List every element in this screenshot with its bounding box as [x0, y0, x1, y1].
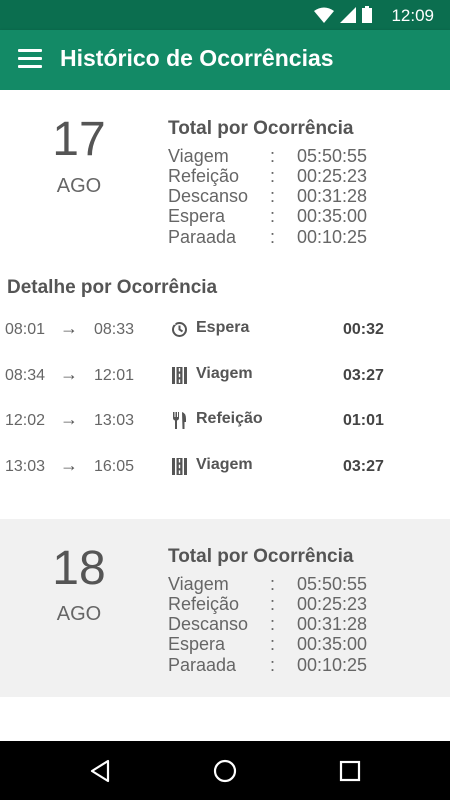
clock-icon [171, 321, 187, 337]
arrow-right-icon: → [60, 364, 78, 384]
end-time: 13:03 [94, 412, 135, 429]
detail-title: Detalhe por Ocorrência [7, 277, 218, 298]
occurrence-duration: 01:01 [343, 412, 384, 429]
start-time: 12:02 [5, 412, 46, 429]
app-bar: Histórico de Ocorrências [0, 30, 450, 90]
cutlery-icon [173, 412, 186, 429]
end-time: 16:05 [94, 458, 135, 475]
totals-title: Total por Ocorrência [168, 546, 354, 567]
day-summary-17: 17 AGO Total por Ocorrência Viagem:05:50… [0, 90, 450, 260]
start-time: 08:01 [5, 321, 46, 338]
arrow-right-icon: → [60, 409, 78, 429]
wifi-icon [314, 7, 334, 23]
total-row: Viagem:05:50:55 [168, 574, 368, 594]
start-time: 08:34 [5, 367, 46, 384]
home-icon[interactable] [213, 759, 237, 783]
occurrence-label: Viagem [196, 456, 253, 473]
battery-icon [362, 6, 372, 23]
totals-title: Total por Ocorrência [168, 118, 354, 139]
total-row: Refeição:00:25:23 [168, 166, 368, 186]
end-time: 12:01 [94, 367, 135, 384]
day-number: 18 [52, 542, 106, 595]
page-title: Histórico de Ocorrências [60, 45, 334, 71]
recents-icon[interactable] [338, 759, 362, 783]
day-month: AGO [56, 175, 102, 197]
arrow-right-icon: → [60, 455, 78, 475]
status-bar: 12:09 [0, 0, 450, 30]
road-icon [172, 367, 187, 384]
total-row: Descanso:00:31:28 [168, 614, 368, 634]
total-row: Descanso:00:31:28 [168, 186, 368, 206]
occurrence-row[interactable]: 08:01 → 08:33 Espera 00:32 [0, 318, 450, 344]
total-row: Viagem:05:50:55 [168, 146, 368, 166]
menu-icon[interactable] [18, 49, 42, 69]
occurrence-row[interactable]: 12:02 → 13:03 Refeição 01:01 [0, 409, 450, 435]
occurrence-duration: 03:27 [343, 458, 384, 475]
occurrence-row[interactable]: 13:03 → 16:05 Viagem 03:27 [0, 455, 450, 481]
day-number: 17 [52, 113, 106, 166]
total-row: Paraada:00:10:25 [168, 227, 368, 247]
road-icon [172, 458, 187, 475]
occurrence-row[interactable]: 08:34 → 12:01 Viagem 03:27 [0, 364, 450, 390]
occurrence-label: Viagem [196, 365, 253, 382]
signal-icon [340, 7, 356, 23]
status-icons [314, 6, 372, 23]
end-time: 08:33 [94, 321, 135, 338]
occurrence-duration: 03:27 [343, 367, 384, 384]
occurrence-label: Refeição [196, 410, 263, 427]
arrow-right-icon: → [60, 318, 78, 338]
total-row: Paraada:00:10:25 [168, 655, 368, 675]
day-summary-18: 18 AGO Total por Ocorrência Viagem:05:50… [0, 519, 450, 697]
start-time: 13:03 [5, 458, 46, 475]
occurrence-label: Espera [196, 319, 250, 336]
back-icon[interactable] [88, 759, 112, 783]
total-row: Espera:00:35:00 [168, 206, 368, 226]
navigation-bar [0, 741, 450, 800]
day-month: AGO [56, 603, 102, 625]
total-row: Espera:00:35:00 [168, 634, 368, 654]
status-time: 12:09 [391, 6, 434, 25]
total-row: Refeição:00:25:23 [168, 594, 368, 614]
occurrence-duration: 00:32 [343, 321, 384, 338]
